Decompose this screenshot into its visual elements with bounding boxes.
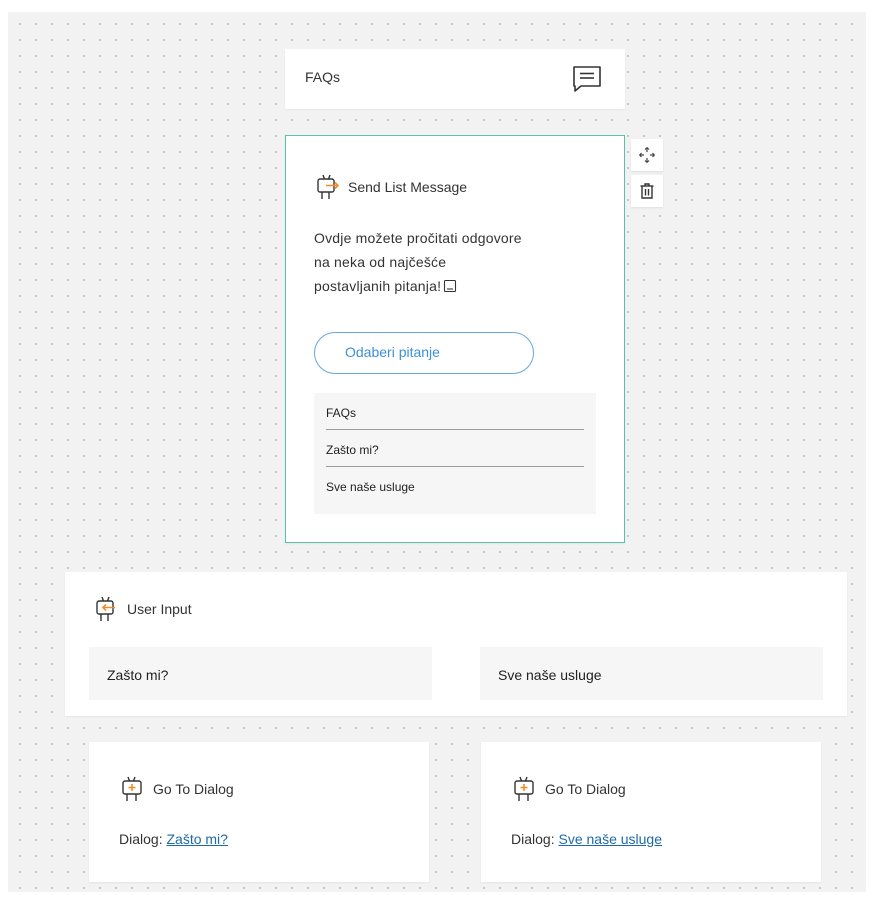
- dialog-line: Dialog: Zašto mi?: [119, 831, 228, 847]
- dialog-link-zasto-mi[interactable]: Zašto mi?: [166, 831, 227, 847]
- go-to-dialog-card-1[interactable]: Go To Dialog Dialog: Zašto mi?: [89, 742, 429, 882]
- dialog-link-sve-nase-usluge[interactable]: Sve naše usluge: [558, 831, 662, 847]
- go-to-dialog-header: Go To Dialog: [119, 775, 234, 803]
- go-to-dialog-title: Go To Dialog: [153, 781, 234, 797]
- robot-send-icon: [314, 173, 340, 201]
- list-item-sve-nase-usluge[interactable]: Sve naše usluge: [326, 467, 584, 504]
- dialog-label: Dialog:: [511, 831, 555, 847]
- user-input-title: User Input: [127, 601, 192, 617]
- list-items: FAQs Zašto mi? Sve naše usluge: [314, 393, 596, 514]
- send-list-message-header: Send List Message: [314, 173, 467, 201]
- send-list-message-card[interactable]: Send List Message Ovdje možete pročitati…: [285, 135, 625, 543]
- robot-input-icon: [93, 595, 119, 623]
- faqs-header-card[interactable]: FAQs: [285, 49, 625, 109]
- go-to-dialog-header: Go To Dialog: [511, 775, 626, 803]
- move-button[interactable]: [631, 139, 663, 171]
- choose-question-button[interactable]: Odaberi pitanje: [314, 332, 534, 374]
- robot-dialog-icon: [511, 775, 537, 803]
- dialog-label: Dialog:: [119, 831, 163, 847]
- send-list-message-title: Send List Message: [348, 179, 468, 195]
- message-text: Ovdje možete pročitati odgovore na neka …: [314, 226, 524, 298]
- user-input-option-sve-nase-usluge[interactable]: Sve naše usluge: [480, 647, 823, 700]
- list-item-faqs[interactable]: FAQs: [326, 393, 584, 430]
- list-item-zasto-mi[interactable]: Zašto mi?: [326, 430, 584, 467]
- book-emoji-icon: [443, 276, 457, 293]
- faqs-header-title: FAQs: [305, 69, 341, 85]
- go-to-dialog-title: Go To Dialog: [545, 781, 626, 797]
- robot-dialog-icon: [119, 775, 145, 803]
- flow-canvas[interactable]: FAQs Send List Message Ovdje možete proč…: [8, 12, 866, 892]
- go-to-dialog-card-2[interactable]: Go To Dialog Dialog: Sve naše usluge: [481, 742, 821, 882]
- user-input-header: User Input: [93, 595, 192, 623]
- delete-button[interactable]: [631, 175, 663, 207]
- chat-icon: [571, 64, 603, 94]
- user-input-card[interactable]: User Input Zašto mi? Sve naše usluge: [65, 572, 847, 716]
- message-body: Ovdje možete pročitati odgovore na neka …: [314, 230, 522, 294]
- dialog-line: Dialog: Sve naše usluge: [511, 831, 662, 847]
- user-input-option-zasto-mi[interactable]: Zašto mi?: [89, 647, 432, 700]
